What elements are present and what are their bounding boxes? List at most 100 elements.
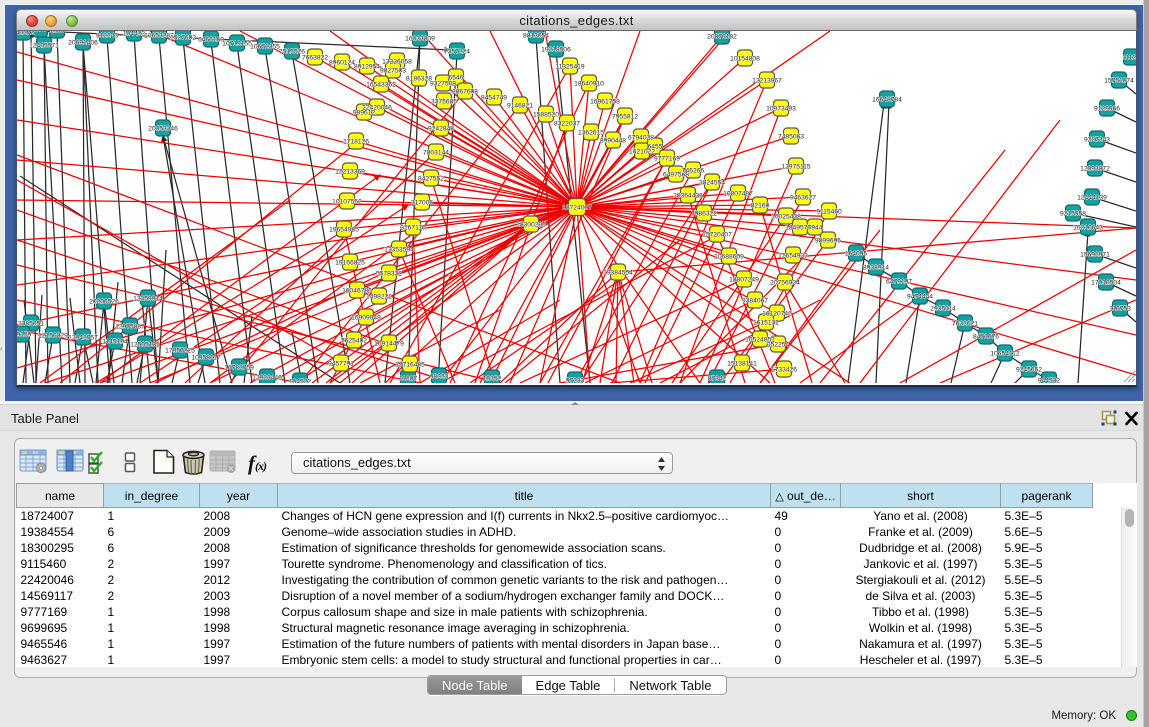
svg-text:13226058: 13226058 [382,59,412,66]
svg-text:973: 973 [34,31,45,34]
svg-text:12444139: 12444139 [1077,195,1107,202]
svg-text:16210643: 16210643 [1073,225,1103,232]
svg-text:11325419: 11325419 [555,64,585,71]
svg-text:16914479: 16914479 [374,341,404,348]
svg-text:12405571: 12405571 [29,43,59,50]
svg-text:1733426: 1733426 [771,367,797,374]
svg-text:98223: 98223 [430,374,449,381]
svg-text:8186328: 8186328 [406,76,432,83]
svg-text:19218506: 19218506 [541,47,571,54]
svg-text:10671355: 10671355 [250,44,280,51]
svg-text:17957225: 17957225 [165,348,195,355]
svg-text:12156829: 12156829 [38,333,68,340]
svg-text:15138141: 15138141 [727,361,757,368]
svg-text:10154808: 10154808 [730,56,760,63]
svg-text:7632621: 7632621 [952,321,978,328]
svg-text:8471676: 8471676 [973,334,999,341]
svg-text:16782759: 16782759 [224,365,254,372]
svg-text:9115460: 9115460 [816,209,842,216]
svg-text:15720407: 15720407 [702,232,732,239]
svg-text:8990448: 8990448 [600,138,626,145]
svg-text:9227343: 9227343 [1084,137,1110,144]
svg-text:9384067: 9384067 [742,298,768,305]
svg-text:12975115: 12975115 [781,164,811,171]
svg-text:8427552: 8427552 [418,176,444,183]
svg-text:9463627: 9463627 [790,195,816,202]
svg-text:39159: 39159 [17,332,32,339]
svg-text:15716485: 15716485 [395,362,425,369]
svg-text:944532: 944532 [1038,378,1061,384]
svg-text:7986322: 7986322 [691,211,717,218]
svg-text:18300295: 18300295 [516,222,546,229]
svg-text:1145194: 1145194 [102,339,128,346]
svg-text:18724007: 18724007 [562,205,592,212]
svg-text:252254: 252254 [767,342,790,349]
svg-text:9245652: 9245652 [1016,367,1042,374]
svg-text:7357224: 7357224 [444,49,470,56]
svg-text:2867608: 2867608 [452,89,478,96]
svg-text:1527602: 1527602 [170,35,196,42]
svg-text:15692971: 15692971 [1080,252,1110,259]
svg-text:20206526: 20206526 [89,299,119,306]
svg-text:10973493: 10973493 [766,106,796,113]
svg-text:11207: 11207 [399,376,417,383]
svg-text:10807487: 10807487 [723,191,753,198]
svg-text:7663822: 7663822 [302,55,328,62]
svg-text:7955812: 7955812 [612,114,638,121]
svg-text:20364436: 20364436 [673,193,703,200]
svg-text:3375685: 3375685 [431,99,457,106]
svg-text:317006: 317006 [411,200,434,207]
svg-text:8813054: 8813054 [523,33,549,40]
svg-text:116753: 116753 [1109,306,1131,313]
svg-text:8960124: 8960124 [329,60,355,67]
svg-text:5578332: 5578332 [376,271,402,278]
svg-text:1063: 1063 [50,31,65,35]
svg-text:9129966: 9129966 [1094,106,1120,113]
svg-text:10719155: 10719155 [222,41,252,48]
svg-text:97233: 97233 [566,378,585,384]
svg-text:20756924: 20756924 [770,280,800,287]
svg-text:18640910: 18640910 [574,81,604,88]
svg-text:20053346: 20053346 [148,126,178,133]
svg-text:17010504: 17010504 [1091,280,1121,287]
svg-text:1588520: 1588520 [533,112,559,119]
svg-text:19654985: 19654985 [329,227,359,234]
svg-text:8938914: 8938914 [863,265,889,272]
svg-text:10107552: 10107552 [332,199,362,206]
svg-text:11123: 11123 [1122,55,1136,62]
svg-text:8322037: 8322037 [554,121,580,128]
svg-text:164095: 164095 [845,251,868,258]
svg-text:82160: 82160 [751,203,770,210]
svg-text:9777169: 9777169 [654,156,680,163]
svg-text:20691406: 20691406 [68,40,98,47]
svg-text:7485063: 7485063 [778,134,804,141]
svg-text:3824554: 3824554 [699,180,725,187]
svg-text:7803144: 7803144 [423,150,449,157]
svg-text:2385051: 2385051 [18,321,44,328]
svg-text:16543362: 16543362 [366,82,396,89]
svg-text:12359914: 12359914 [133,296,163,303]
svg-text:12213369: 12213369 [335,169,365,176]
svg-text:7625402: 7625402 [341,338,367,345]
svg-text:2718126: 2718126 [343,139,369,146]
svg-text:16120746: 16120746 [762,311,792,318]
svg-text:8912954: 8912954 [354,64,380,71]
svg-text:9242848: 9242848 [428,126,454,133]
svg-text:840272: 840272 [17,31,34,37]
svg-text:1615132: 1615132 [753,320,779,327]
svg-text:12505135: 12505135 [130,342,160,349]
svg-text:87342: 87342 [708,376,727,383]
svg-text:10654112: 10654112 [990,351,1020,358]
svg-text:12923446: 12923446 [252,375,282,382]
svg-text:6466160: 6466160 [198,37,224,44]
svg-text:12093872: 12093872 [1080,166,1110,173]
svg-text:104423: 104423 [123,31,146,38]
svg-text:10688609: 10688609 [714,254,744,261]
svg-text:6794028: 6794028 [628,135,654,142]
svg-text:20876182: 20876182 [707,34,737,41]
svg-text:9457791: 9457791 [328,361,354,368]
svg-text:12654923: 12654923 [778,253,808,260]
svg-text:9899695: 9899695 [815,238,841,245]
svg-text:912243: 912243 [96,33,119,40]
svg-text:989612: 989612 [353,110,376,117]
